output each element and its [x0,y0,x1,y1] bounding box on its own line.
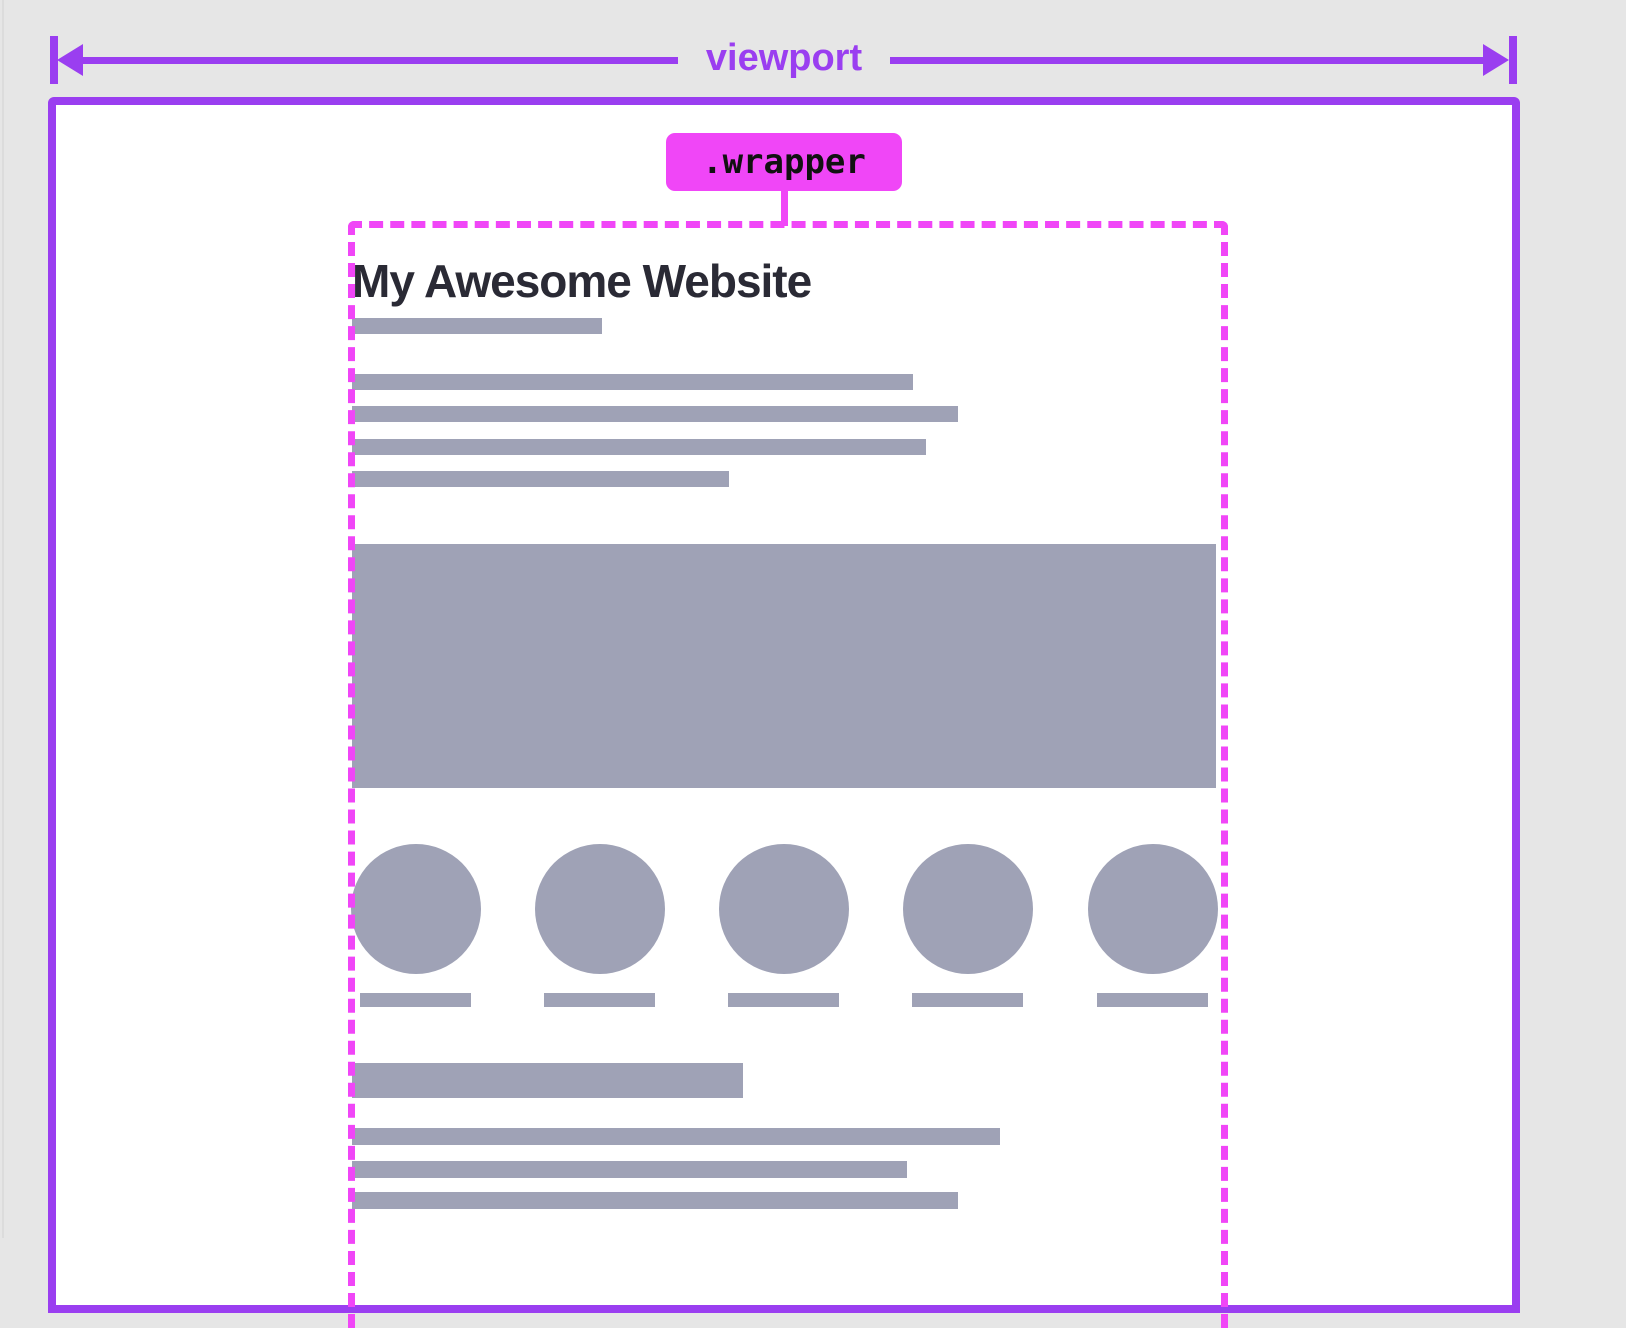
dimension-line-left [70,57,678,64]
wrapper-outline [348,221,1228,1328]
arrow-right-icon [1483,44,1509,76]
right-end-cap [1509,36,1517,84]
canvas-edge [2,0,4,1238]
viewport-label: viewport [705,37,863,79]
dimension-line-right [890,57,1490,64]
wrapper-label: .wrapper [666,133,902,191]
